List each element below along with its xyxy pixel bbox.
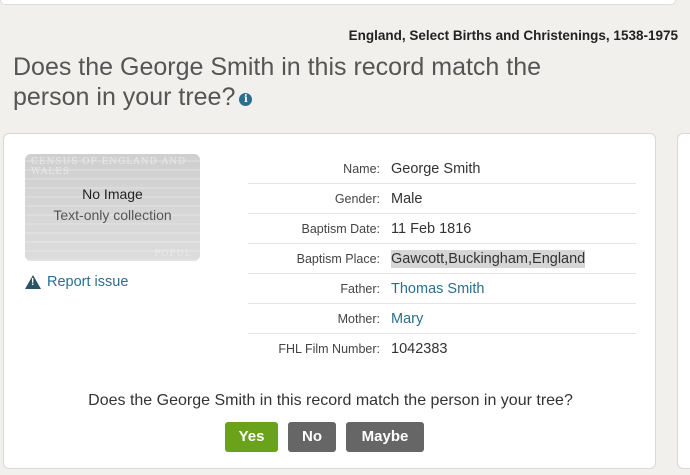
field-value: Male xyxy=(391,190,423,207)
text-only-label: Text-only collection xyxy=(53,207,172,223)
father-link[interactable]: Thomas Smith xyxy=(391,281,484,297)
field-label: Baptism Date: xyxy=(301,221,380,236)
collection-title: England, Select Births and Christenings,… xyxy=(348,28,678,43)
maybe-button[interactable]: Maybe xyxy=(346,422,424,452)
field-value: 1042383 xyxy=(391,341,448,357)
info-icon[interactable]: i xyxy=(239,93,253,106)
record-fields: Name: George Smith Gender: Male Baptism … xyxy=(248,154,636,364)
record-card: CENSUS OF ENGLAND AND WALES POPUL No Ima… xyxy=(3,133,656,469)
field-label: Name: xyxy=(343,161,380,176)
field-value-highlighted: Gawcott,Buckingham,England xyxy=(391,249,586,268)
field-label: Gender: xyxy=(334,191,380,206)
field-label: Father: xyxy=(340,281,380,296)
field-label: Baptism Place: xyxy=(296,251,380,266)
page-heading: Does the George Smith in this record mat… xyxy=(13,52,613,112)
match-buttons: Yes No Maybe xyxy=(225,422,424,452)
field-label: Mother: xyxy=(337,311,380,326)
report-issue-label: Report issue xyxy=(47,274,129,290)
mother-link[interactable]: Mary xyxy=(391,311,423,327)
field-row-mother: Mother: Mary xyxy=(248,304,636,334)
field-row-baptism-date: Baptism Date: 11 Feb 1816 xyxy=(248,214,636,244)
next-card-edge xyxy=(677,133,690,469)
field-value: 11 Feb 1816 xyxy=(391,220,472,237)
previous-card-edge xyxy=(0,0,676,5)
warning-icon xyxy=(25,275,41,289)
field-value: George Smith xyxy=(391,160,481,177)
yes-button[interactable]: Yes xyxy=(225,422,278,452)
field-row-father: Father: Thomas Smith xyxy=(248,274,636,304)
field-row-name: Name: George Smith xyxy=(248,154,636,184)
thumbnail-faint-text: CENSUS OF ENGLAND AND WALES xyxy=(31,157,187,177)
no-button[interactable]: No xyxy=(288,422,336,452)
no-image-label: No Image xyxy=(82,186,143,202)
record-image-thumbnail: CENSUS OF ENGLAND AND WALES POPUL No Ima… xyxy=(25,154,200,261)
field-row-gender: Gender: Male xyxy=(248,184,636,214)
page-heading-text: Does the George Smith in this record mat… xyxy=(13,53,542,111)
field-label: FHL Film Number: xyxy=(278,342,380,356)
field-row-fhl-film-number: FHL Film Number: 1042383 xyxy=(248,334,636,364)
thumbnail-faint-text-bottom: POPUL xyxy=(154,249,192,259)
match-question: Does the George Smith in this record mat… xyxy=(88,392,573,409)
report-issue-link[interactable]: Report issue xyxy=(25,274,128,290)
field-row-baptism-place: Baptism Place: Gawcott,Buckingham,Englan… xyxy=(248,244,636,274)
